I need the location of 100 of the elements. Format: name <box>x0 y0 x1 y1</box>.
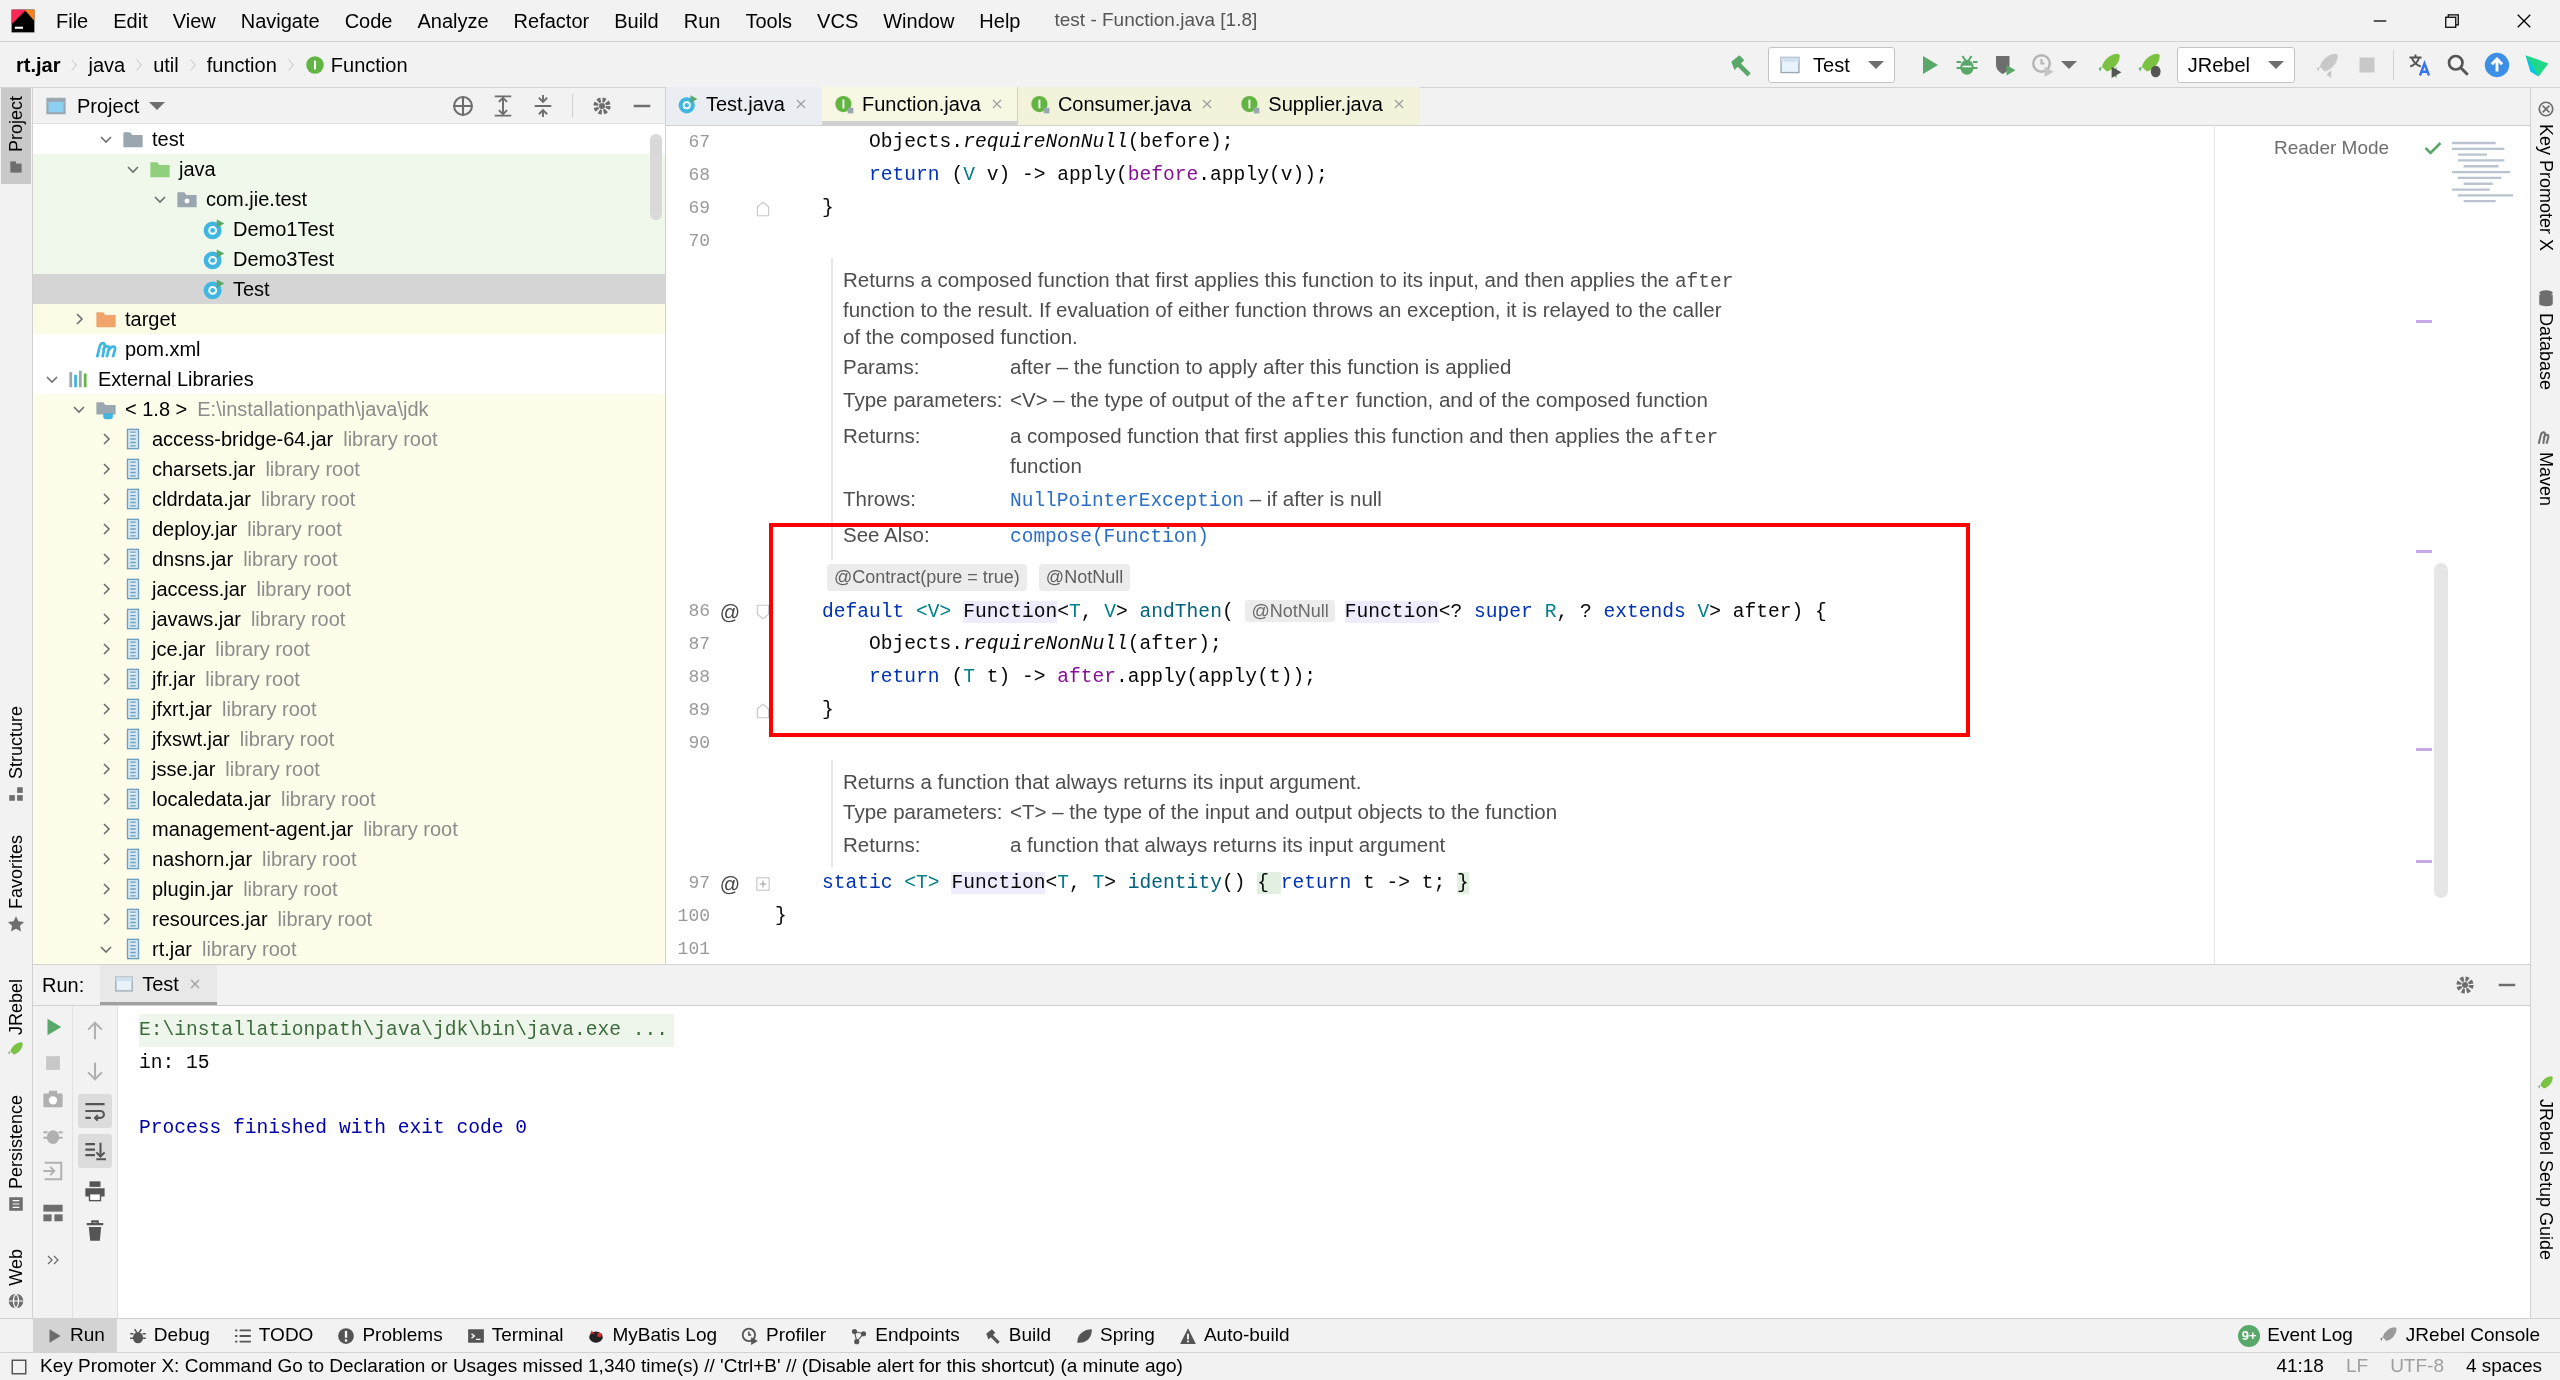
menu-item[interactable]: Navigate <box>238 5 322 36</box>
tree-item[interactable]: nashorn.jar library root <box>33 844 665 874</box>
tree-item[interactable]: com.jie.test <box>33 184 665 214</box>
tool-window-button[interactable]: MyBatis Log <box>575 1319 729 1352</box>
tree-item[interactable]: javaws.jar library root <box>33 604 665 634</box>
editor-tab[interactable]: Test.java <box>666 87 822 125</box>
translate-icon[interactable] <box>2408 52 2432 77</box>
tool-window-button[interactable]: JRebel <box>1 971 31 1068</box>
menu-item[interactable]: Edit <box>111 5 150 36</box>
tree-item[interactable]: Demo3Test <box>33 244 665 274</box>
tool-window-button[interactable]: Endpoints <box>838 1319 972 1352</box>
rocket-bug-icon[interactable] <box>2136 51 2163 78</box>
tree-item[interactable]: access-bridge-64.jar library root <box>33 424 665 454</box>
tool-window-button[interactable]: TODO <box>221 1319 326 1352</box>
tool-window-button[interactable]: Run <box>33 1319 117 1352</box>
tree-item[interactable]: deploy.jar library root <box>33 514 665 544</box>
status-item[interactable]: 4 spaces <box>2465 1352 2542 1380</box>
tree-item[interactable]: Test <box>33 274 665 304</box>
tool-window-button[interactable]: Database <box>2530 281 2560 399</box>
implementation-marker[interactable]: @ <box>710 868 750 899</box>
tool-window-button[interactable]: Terminal <box>454 1319 576 1352</box>
layout-icon[interactable] <box>41 1202 64 1224</box>
tool-window-button[interactable]: Project <box>1 88 31 185</box>
tree-item[interactable]: < 1.8 > E:\installationpath\java\jdk <box>33 394 665 424</box>
status-item[interactable]: 41:18 <box>2276 1352 2324 1380</box>
tree-item[interactable]: java <box>33 154 665 184</box>
menu-item[interactable]: File <box>54 5 91 36</box>
menu-item[interactable]: Run <box>681 5 723 36</box>
tree-item[interactable]: jaccess.jar library root <box>33 574 665 604</box>
tool-window-button[interactable]: JRebel Console <box>2378 1321 2540 1350</box>
tool-window-button[interactable]: Problems <box>325 1319 455 1352</box>
tree-item[interactable]: target <box>33 304 665 334</box>
crosshair-icon[interactable] <box>452 94 474 117</box>
star-icon <box>7 915 25 934</box>
tool-window-button[interactable]: Structure <box>1 698 31 812</box>
tree-item[interactable]: jfr.jar library root <box>33 664 665 694</box>
menu-item[interactable]: VCS <box>815 5 861 36</box>
tool-window-button[interactable]: Maven <box>2530 420 2560 515</box>
tree-item[interactable]: dnsns.jar library root <box>33 544 665 574</box>
tree-item[interactable]: Demo1Test <box>33 214 665 244</box>
upload-icon[interactable] <box>2484 51 2510 78</box>
jrebel-config-dropdown[interactable]: JRebel <box>2176 46 2295 83</box>
search-icon[interactable] <box>2446 52 2470 77</box>
breadcrumb[interactable]: util <box>153 49 179 80</box>
tree-item[interactable]: resources.jar library root <box>33 904 665 934</box>
tool-window-button[interactable]: Key Promoter X <box>2530 92 2560 260</box>
rocket-run-icon[interactable] <box>2096 51 2123 78</box>
scrollbar-thumb[interactable] <box>650 134 662 220</box>
editor-tab[interactable]: Consumer.java <box>1017 87 1229 125</box>
tool-window-button[interactable]: Build <box>971 1319 1063 1352</box>
panel-toggle-icon[interactable] <box>10 1357 28 1376</box>
project-view-dropdown[interactable]: Project <box>77 90 166 121</box>
tree-item[interactable]: rt.jar library root <box>33 934 665 964</box>
doc-link[interactable]: compose(Function) <box>1010 526 1209 548</box>
run-tab[interactable]: Test <box>100 965 217 1005</box>
menu-item[interactable]: Build <box>612 5 661 36</box>
soft-wrap-button[interactable] <box>78 1094 112 1128</box>
tree-item[interactable]: jce.jar library root <box>33 634 665 664</box>
tree-item[interactable]: localedata.jar library root <box>33 784 665 814</box>
reader-mode-link[interactable]: Reader Mode <box>2274 134 2390 163</box>
tree-item[interactable]: charsets.jar library root <box>33 454 665 484</box>
doc-text: after – the function to apply after this function is applied <box>1010 354 1513 380</box>
doc-link[interactable]: NullPointerException <box>1010 490 1245 512</box>
tree-item[interactable]: management-agent.jar library root <box>33 814 665 844</box>
scrollbar-thumb[interactable] <box>2434 563 2448 898</box>
tool-window-button[interactable]: Persistence <box>1 1087 31 1222</box>
implementation-marker[interactable]: @ <box>710 596 750 627</box>
scroll-to-end-button[interactable] <box>78 1134 112 1168</box>
menu-item[interactable]: Tools <box>743 5 795 36</box>
menu-item[interactable]: Refactor <box>511 5 592 36</box>
tool-window-button[interactable]: Auto-build <box>1166 1319 1302 1352</box>
collapse-all-icon[interactable] <box>532 94 554 117</box>
tool-window-button[interactable]: Favorites <box>1 827 31 942</box>
menu-item[interactable]: Help <box>977 5 1023 36</box>
expand-all-icon[interactable] <box>492 94 514 117</box>
tree-item[interactable]: jsse.jar library root <box>33 754 665 784</box>
tree-item[interactable]: plugin.jar library root <box>33 874 665 904</box>
caret-icon[interactable] <box>2060 60 2077 69</box>
settings-icon[interactable] <box>2454 974 2476 996</box>
tree-item[interactable]: cldrdata.jar library root <box>33 484 665 514</box>
tool-window-button[interactable]: Web <box>1 1241 31 1318</box>
tool-window-button[interactable]: 9+ Event Log <box>2238 1321 2353 1350</box>
tree-item[interactable]: jfxrt.jar library root <box>33 694 665 724</box>
tool-window-button[interactable]: Profiler <box>729 1319 839 1352</box>
tool-window-button[interactable]: JRebel Setup Guide <box>2530 1066 2560 1268</box>
breadcrumb[interactable]: Function <box>330 49 408 80</box>
tool-window-button[interactable]: Debug <box>116 1319 222 1352</box>
menu-item[interactable]: View <box>170 5 218 36</box>
tree-item[interactable]: jfxswt.jar library root <box>33 724 665 754</box>
tool-window-button[interactable]: Spring <box>1062 1319 1167 1352</box>
class-icon <box>203 278 225 300</box>
editor-tab[interactable]: Function.java <box>821 87 1018 125</box>
breadcrumb[interactable]: java <box>88 49 126 80</box>
breadcrumb[interactable]: function <box>206 49 277 80</box>
editor-tab[interactable]: Supplier.java <box>1228 87 1420 125</box>
breadcrumb[interactable]: rt.jar <box>16 49 61 80</box>
menu-item[interactable]: Window <box>881 5 957 36</box>
menu-item[interactable]: Analyze <box>415 5 491 36</box>
menu-item[interactable]: Code <box>342 5 395 36</box>
run-config-dropdown[interactable]: Test <box>1768 46 1895 83</box>
